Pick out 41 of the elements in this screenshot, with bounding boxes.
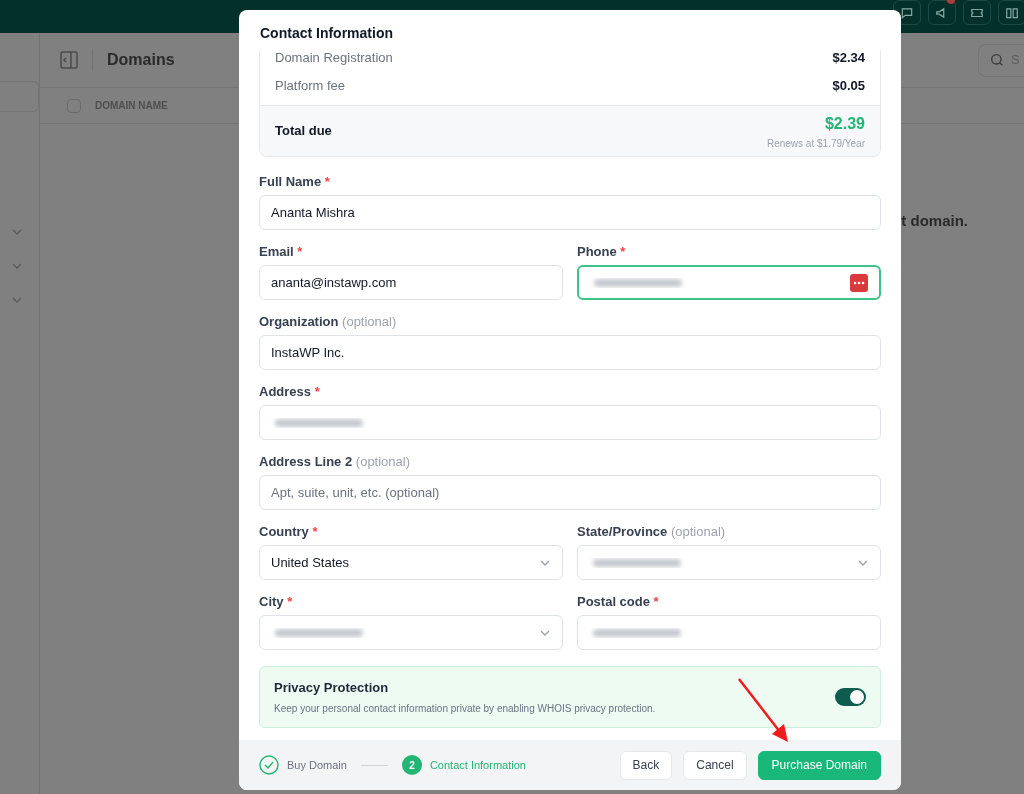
secondary-button[interactable]: Back	[619, 750, 673, 780]
input-field[interactable]: Apt, suite, unit, etc. (optional)	[259, 475, 881, 510]
select-field[interactable]	[259, 615, 563, 650]
privacy-toggle[interactable]	[835, 688, 866, 706]
search-icon	[989, 52, 1005, 68]
line-item-amount: $0.05	[832, 76, 865, 95]
empty-state-text: t domain.	[901, 211, 968, 231]
privacy-description: Keep your personal contact information private by enabling WHOIS privacy protection.	[274, 702, 657, 717]
field-label: Postal code *	[577, 594, 660, 610]
input-field[interactable]: InstaWP Inc.	[259, 335, 881, 370]
field-label: City *	[259, 594, 294, 610]
sidebar-toggle-icon[interactable]	[60, 51, 78, 69]
select-field[interactable]	[577, 545, 881, 580]
select-field[interactable]: United States	[259, 545, 563, 580]
field-label: Organization (optional)	[259, 314, 398, 330]
total-label: Total due	[275, 122, 332, 141]
total-amount: $2.39	[824, 113, 865, 134]
field-label: State/Province (optional)	[577, 524, 727, 540]
field-label: Phone *	[577, 244, 627, 260]
field-label: Address *	[259, 384, 321, 400]
line-item-label: Domain Registration	[275, 50, 393, 67]
line-item-amount: $2.34	[832, 50, 865, 67]
chat-icon	[900, 5, 914, 20]
password-manager-icon[interactable]	[850, 273, 868, 292]
field-label: Full Name *	[259, 174, 331, 190]
field-label: Country *	[259, 524, 319, 540]
privacy-title: Privacy Protection	[274, 678, 390, 697]
input-field[interactable]: ananta@instawp.com	[259, 265, 563, 300]
step-label: Contact Information	[429, 757, 526, 773]
renewal-note: Renews at $1.79/Year	[766, 136, 865, 151]
field-label: Address Line 2 (optional)	[259, 454, 412, 470]
step-number: 2	[401, 755, 422, 775]
step-label: Buy Domain	[287, 757, 347, 773]
line-item-label: Platform fee	[275, 76, 346, 95]
page-title: Domains	[107, 50, 175, 70]
input-field[interactable]: Ananta Mishra	[259, 195, 881, 230]
input-field[interactable]	[577, 265, 881, 300]
modal-title: Contact Information	[260, 24, 393, 43]
field-label: Email *	[259, 244, 304, 260]
secondary-button[interactable]: Cancel	[683, 750, 747, 780]
book-icon	[1005, 5, 1019, 20]
